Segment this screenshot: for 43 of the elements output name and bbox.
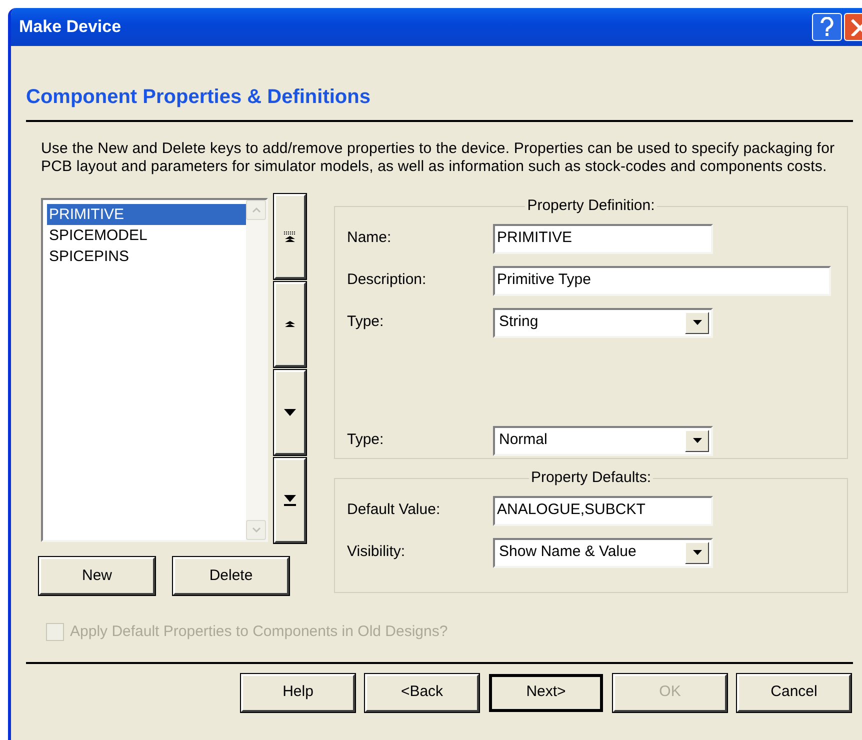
dialog-button[interactable]: Cancel bbox=[737, 674, 851, 712]
dropdown[interactable]: String bbox=[493, 308, 713, 338]
field-label: Default Value: bbox=[347, 500, 442, 520]
triangle-down-bar-icon bbox=[284, 494, 296, 506]
caret-icon bbox=[692, 550, 702, 555]
move-button[interactable] bbox=[274, 282, 306, 367]
triangle-down-icon bbox=[284, 409, 296, 416]
dialog-button[interactable]: Help bbox=[241, 674, 355, 712]
dialog-button[interactable]: Next> bbox=[489, 674, 603, 712]
group-legend: Property Definition: bbox=[525, 195, 657, 218]
chevron-down-icon bbox=[252, 527, 260, 533]
move-button[interactable] bbox=[274, 370, 306, 455]
input-field[interactable]: Primitive Type bbox=[493, 266, 831, 296]
dropdown[interactable]: Normal bbox=[493, 426, 713, 456]
field-label: Name: bbox=[347, 228, 392, 248]
move-button[interactable] bbox=[274, 458, 306, 543]
group-legend: Property Defaults: bbox=[528, 467, 654, 490]
list-action-button[interactable]: New bbox=[39, 557, 155, 595]
input-field[interactable]: ANALOGUE,SUBCKT bbox=[493, 496, 713, 526]
field-label: Description: bbox=[347, 270, 428, 290]
caret-icon bbox=[692, 438, 702, 443]
close-icon[interactable] bbox=[844, 13, 862, 41]
caret-icon bbox=[692, 320, 702, 325]
chevron-up-icon bbox=[252, 207, 260, 213]
chevron-up-icon bbox=[284, 320, 296, 328]
dialog-button[interactable]: <Back bbox=[365, 674, 479, 712]
double-chevron-up-icon bbox=[284, 230, 296, 242]
help-icon[interactable] bbox=[812, 13, 842, 41]
input-field[interactable]: PRIMITIVE bbox=[493, 224, 713, 254]
list-item[interactable]: PRIMITIVE bbox=[47, 204, 246, 225]
checkbox-label: Apply Default Properties to Components in Old Designs? bbox=[70, 622, 448, 642]
dropdown[interactable]: Show Name & Value bbox=[493, 538, 713, 568]
field-label: Type: bbox=[347, 430, 385, 450]
page-heading: Component Properties & Definitions bbox=[26, 86, 370, 108]
list-item[interactable]: SPICEPINS bbox=[47, 246, 246, 267]
move-button[interactable] bbox=[274, 194, 306, 279]
window-title: Make Device bbox=[19, 16, 122, 38]
list-item[interactable]: SPICEMODEL bbox=[47, 225, 246, 246]
list-action-button[interactable]: Delete bbox=[173, 557, 289, 595]
intro-text: Use the New and Delete keys to add/remove properties to the device. Properties can be used to specify packaging for PCB layout and parameters for simulator models, as well as information such as stock-codes and components costs. bbox=[40, 140, 836, 176]
field-label: Visibility: bbox=[347, 542, 406, 562]
scrollbar[interactable] bbox=[246, 200, 266, 540]
field-label: Type: bbox=[347, 312, 385, 332]
